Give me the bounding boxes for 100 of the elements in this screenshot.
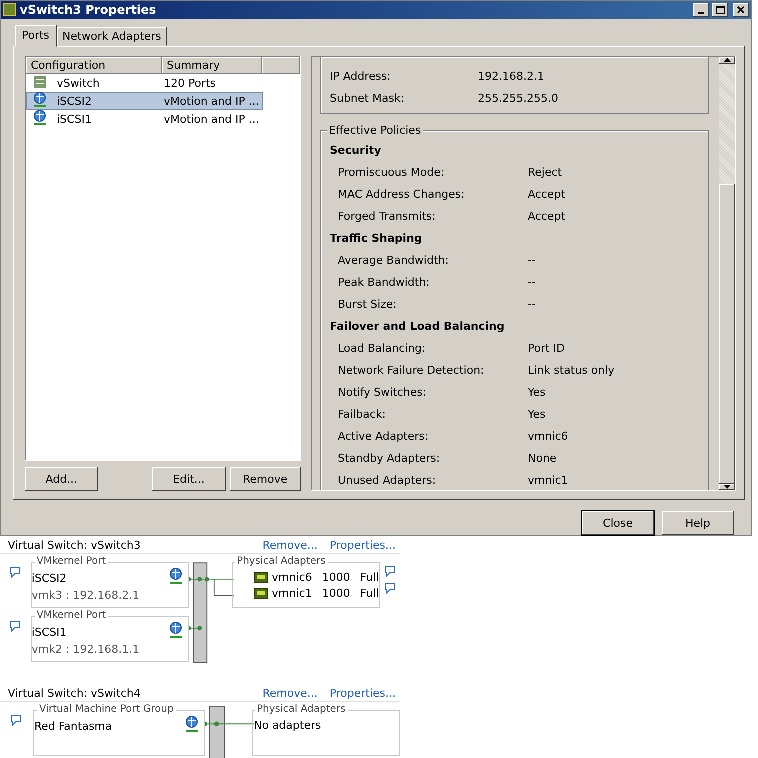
column-header[interactable]: Summary: [162, 57, 262, 74]
field-value: vmnic6: [528, 430, 568, 442]
list-button[interactable]: Add...: [25, 467, 98, 491]
list-cell-text: iSCSI2: [57, 94, 93, 108]
adapter-speed: 1000: [322, 571, 350, 584]
field-label: Peak Bandwidth:: [338, 276, 431, 288]
field-label: MAC Address Changes:: [338, 188, 466, 200]
network-port-icon: [168, 568, 183, 585]
port-group-box[interactable]: VMkernel Port iSCSI1 vmk2 : 192.168.1.1: [30, 610, 189, 662]
field-value: Reject: [528, 166, 562, 178]
list-button[interactable]: Remove: [230, 467, 301, 491]
port-group-name: iSCSI2: [32, 572, 67, 585]
adapter-name: vmnic6: [272, 571, 312, 584]
port-group-box[interactable]: VMkernel Port iSCSI2 vmk3 : 192.168.2.1: [30, 556, 189, 608]
scroll-thumb[interactable]: [719, 184, 735, 484]
port-group-name: Red Fantasma: [34, 720, 112, 733]
network-port-icon: [168, 622, 183, 639]
field-value: 255.255.255.0: [478, 92, 558, 104]
field-label: Promiscuous Mode:: [338, 166, 446, 178]
field-label: Notify Switches:: [338, 386, 428, 398]
port-group-address: vmk2 : 192.168.1.1: [32, 643, 140, 656]
close-icon: [737, 6, 745, 14]
field-label: Subnet Mask:: [330, 92, 406, 104]
field-value: Port ID: [528, 342, 566, 354]
adapters-heading: Physical Adapters: [235, 556, 328, 568]
network-port-icon: [184, 716, 199, 733]
field-label: Active Adapters:: [338, 430, 430, 442]
list-cell-text: vSwitch: [57, 76, 101, 90]
list-row[interactable]: vSwitch 120 Ports: [26, 74, 263, 92]
field-value: None: [528, 452, 557, 464]
field-value: Yes: [528, 408, 546, 420]
group-title: Effective Policies: [327, 124, 424, 137]
minimize-button[interactable]: [693, 3, 709, 17]
action-link[interactable]: Remove...: [262, 539, 318, 552]
column-header[interactable]: Configuration: [26, 57, 162, 74]
scroll-up-button[interactable]: [719, 57, 735, 64]
comment-icon[interactable]: [10, 621, 21, 632]
field-label: Failback:: [338, 408, 388, 420]
tab[interactable]: Network Adapters: [56, 27, 168, 46]
list-cell-text: 120 Ports: [164, 76, 218, 90]
window-title: vSwitch3 Properties: [20, 3, 158, 17]
field-label: IP Address:: [330, 70, 392, 82]
dialog-button[interactable]: Close: [582, 511, 654, 535]
up-arrow-icon: [724, 58, 730, 62]
switch-title: Virtual Switch: vSwitch3: [8, 539, 142, 552]
section-heading: Traffic Shaping: [330, 230, 424, 246]
adapter-name: vmnic1: [272, 587, 312, 600]
section-heading: Security: [330, 142, 382, 158]
scrollbar[interactable]: [719, 57, 735, 490]
down-arrow-icon: [724, 484, 730, 489]
field-label: Burst Size:: [338, 298, 398, 310]
dialog-button[interactable]: Help: [662, 511, 734, 535]
list-cell-text: iSCSI1: [57, 112, 93, 126]
close-button[interactable]: [733, 3, 749, 17]
comment-icon[interactable]: [384, 566, 396, 577]
field-value: Accept: [528, 210, 566, 222]
network-port-icon: [33, 92, 47, 107]
tab[interactable]: Ports: [15, 25, 57, 47]
network-card-icon: [254, 572, 268, 583]
maximize-icon: [716, 6, 724, 14]
field-value: Link status only: [528, 364, 615, 376]
network-port-icon: [33, 110, 47, 125]
no-adapters-text: No adapters: [254, 719, 322, 732]
field-label: Average Bandwidth:: [338, 254, 450, 266]
comment-icon[interactable]: [384, 583, 396, 594]
network-card-icon: [254, 588, 268, 599]
field-value: Accept: [528, 188, 566, 200]
comment-icon[interactable]: [10, 567, 21, 578]
list-cell: vMotion and IP ...: [164, 112, 260, 126]
switch-title: Virtual Switch: vSwitch4: [8, 687, 142, 700]
adapter-duplex: Full: [360, 571, 380, 584]
field-label: Unused Adapters:: [338, 474, 438, 486]
switch-connector-drawing: [204, 706, 254, 758]
field-value: 192.168.2.1: [478, 70, 544, 82]
action-link[interactable]: Remove...: [262, 687, 318, 700]
list-button[interactable]: Edit...: [152, 467, 226, 491]
field-value: --: [528, 298, 536, 310]
field-value: --: [528, 276, 536, 288]
port-group-address: vmk3 : 192.168.2.1: [32, 589, 140, 602]
list-cell: vMotion and IP ...: [164, 94, 260, 108]
adapters-heading: Physical Adapters: [254, 704, 348, 716]
list-row[interactable]: iSCSI1 vMotion and IP ...: [26, 110, 263, 128]
app-icon: [3, 3, 17, 17]
section-heading: Failover and Load Balancing: [330, 318, 506, 334]
action-link[interactable]: Properties...: [330, 687, 396, 700]
field-label: Standby Adapters:: [338, 452, 442, 464]
adapter-speed: 1000: [322, 587, 350, 600]
field-value: --: [528, 254, 536, 266]
action-link[interactable]: Properties...: [330, 539, 396, 552]
maximize-button[interactable]: [712, 3, 728, 17]
port-group-type: Virtual Machine Port Group: [37, 704, 176, 716]
field-label: Load Balancing:: [338, 342, 427, 354]
field-value: vmnic1: [528, 474, 568, 486]
adapter-duplex: Full: [360, 587, 380, 600]
port-group-box[interactable]: Virtual Machine Port Group Red Fantasma: [33, 704, 205, 756]
field-label: Forged Transmits:: [338, 210, 437, 222]
field-value: Yes: [528, 386, 546, 398]
switch-icon: [33, 74, 47, 88]
comment-icon[interactable]: [11, 715, 22, 726]
list-row[interactable]: iSCSI2 vMotion and IP ...: [26, 92, 263, 110]
